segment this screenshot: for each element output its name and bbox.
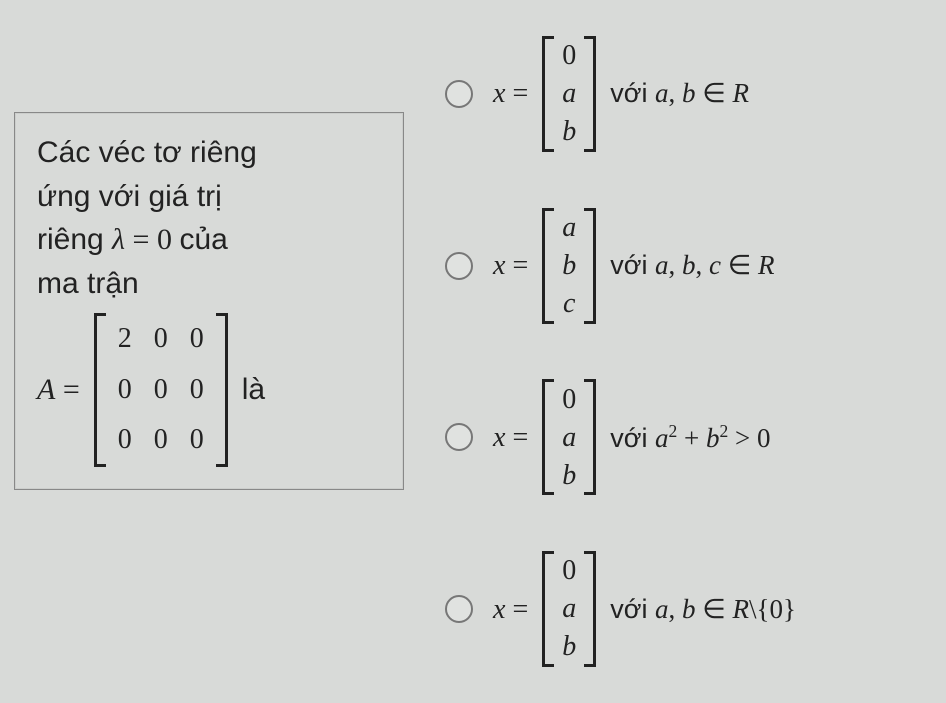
option-vector: 0 a b xyxy=(542,551,596,667)
v-2: c xyxy=(563,288,575,320)
m-2-0: 0 xyxy=(118,420,132,461)
radio-icon[interactable] xyxy=(445,423,473,451)
m-0-2: 0 xyxy=(190,319,204,360)
matrix-grid: 2 0 0 0 0 0 0 0 0 xyxy=(104,313,218,467)
m-1-0: 0 xyxy=(118,370,132,411)
option-content: x = 0 a b với a, b ∈ R xyxy=(493,36,749,152)
option-1[interactable]: x = 0 a b với a, b ∈ R xyxy=(445,34,945,154)
option-2[interactable]: x = a b c với a, b, c ∈ R xyxy=(445,206,945,326)
m-0-1: 0 xyxy=(154,319,168,360)
v-1: a xyxy=(562,593,576,625)
m-2-1: 0 xyxy=(154,420,168,461)
question-box: Các véc tơ riêng ứng với giá trị riêng λ… xyxy=(14,112,404,490)
option-vector: 0 a b xyxy=(542,36,596,152)
question-line-4: ma trận xyxy=(37,262,381,306)
opt-voi: với xyxy=(610,594,655,624)
radio-icon[interactable] xyxy=(445,595,473,623)
opt-x: x xyxy=(493,250,505,281)
q-post: của xyxy=(179,223,227,256)
m-2-2: 0 xyxy=(190,420,204,461)
matrix-A: 2 0 0 0 0 0 0 0 0 xyxy=(94,313,228,467)
v-1: b xyxy=(562,250,576,282)
option-condition: với a, b ∈ R xyxy=(610,78,749,109)
options-panel: x = 0 a b với a, b ∈ R x = xyxy=(445,0,945,703)
opt-eq: = xyxy=(505,422,528,453)
question-line-3: riêng λ = 0 của xyxy=(37,218,381,262)
m-0-0: 2 xyxy=(118,319,132,360)
option-vector: 0 a b xyxy=(542,379,596,495)
v-2: b xyxy=(562,631,576,663)
q-pre: riêng xyxy=(37,223,112,256)
v-0: 0 xyxy=(562,383,576,415)
v-0: 0 xyxy=(562,555,576,587)
opt-eq: = xyxy=(505,250,528,281)
question-line-1: Các véc tơ riêng xyxy=(37,131,381,175)
q-equals: = xyxy=(55,373,79,406)
option-content: x = a b c với a, b, c ∈ R xyxy=(493,208,774,324)
matrix-line: A = 2 0 0 0 0 0 0 0 0 xyxy=(37,313,381,467)
opt-x: x xyxy=(493,594,505,625)
v-1: a xyxy=(562,421,576,453)
opt-x: x xyxy=(493,78,505,109)
v-0: a xyxy=(562,212,576,244)
question-line-2: ứng với giá trị xyxy=(37,175,381,219)
radio-icon[interactable] xyxy=(445,252,473,280)
v-1: a xyxy=(562,78,576,110)
bracket-left xyxy=(94,313,104,467)
q-eq0: = 0 xyxy=(125,223,179,256)
q-lambda: λ xyxy=(112,223,125,256)
option-condition: với a, b, c ∈ R xyxy=(610,250,774,281)
option-3[interactable]: x = 0 a b với a2 + b2 > 0 xyxy=(445,377,945,497)
option-content: x = 0 a b với a, b ∈ R\{0} xyxy=(493,551,796,667)
option-condition: với a2 + b2 > 0 xyxy=(610,421,770,454)
q-A: A xyxy=(37,373,55,406)
opt-voi: với xyxy=(610,423,655,453)
v-2: b xyxy=(562,459,576,491)
option-vector: a b c xyxy=(542,208,596,324)
opt-voi: với xyxy=(610,78,655,108)
question-text: Các véc tơ riêng ứng với giá trị riêng λ… xyxy=(37,131,381,467)
q-la: là xyxy=(242,368,265,412)
opt-x: x xyxy=(493,422,505,453)
option-4[interactable]: x = 0 a b với a, b ∈ R\{0} xyxy=(445,549,945,669)
m-1-2: 0 xyxy=(190,370,204,411)
v-0: 0 xyxy=(562,40,576,72)
opt-voi: với xyxy=(610,250,655,280)
option-content: x = 0 a b với a2 + b2 > 0 xyxy=(493,379,770,495)
m-1-1: 0 xyxy=(154,370,168,411)
radio-icon[interactable] xyxy=(445,80,473,108)
option-condition: với a, b ∈ R\{0} xyxy=(610,594,796,625)
opt-eq: = xyxy=(505,594,528,625)
bracket-right xyxy=(218,313,228,467)
opt-eq: = xyxy=(505,78,528,109)
v-2: b xyxy=(562,116,576,148)
